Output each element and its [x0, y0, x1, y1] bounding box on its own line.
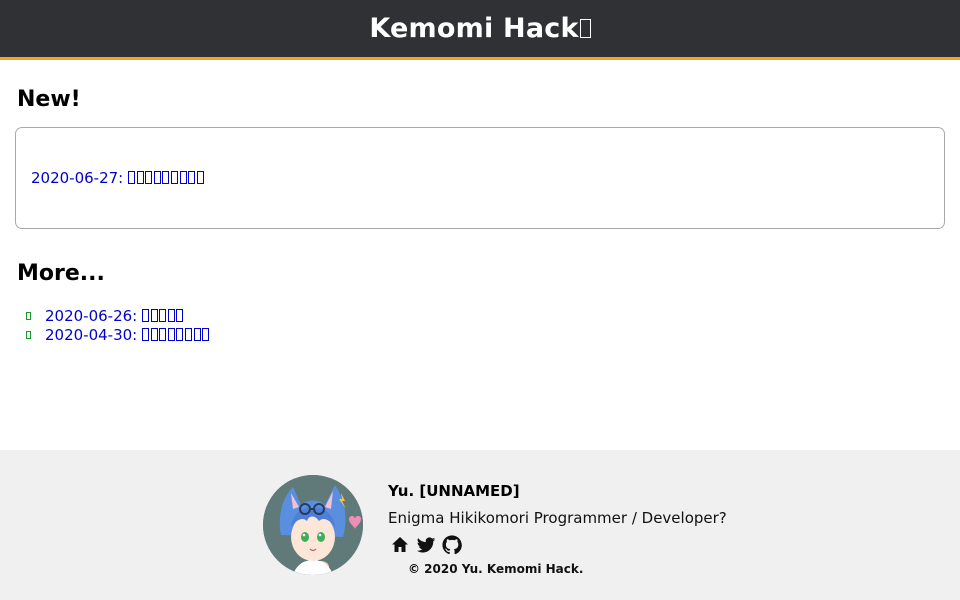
missing-glyph-icon: [176, 327, 184, 341]
missing-glyph-icon: [193, 327, 201, 341]
missing-glyph-icon: [128, 171, 135, 184]
list-item: 2020-06-26:: [24, 306, 211, 325]
new-post-link[interactable]: 2020-06-27:: [31, 169, 205, 187]
list-item: 2020-04-30:: [24, 325, 211, 344]
post-title-glyphs[interactable]: [128, 169, 205, 187]
missing-glyph-icon: [142, 327, 149, 341]
missing-glyph-icon: [159, 327, 167, 341]
missing-glyph-icon: [153, 171, 161, 184]
avatar-illustration: [263, 475, 363, 575]
site-footer: Yu. [UNNAMED] Enigma Hikikomori Programm…: [0, 450, 960, 600]
missing-glyph-icon: [150, 308, 158, 322]
more-posts-list: 2020-06-26: 2020-04-30:: [24, 306, 211, 344]
avatar: [263, 475, 363, 575]
author-bio: Enigma Hikikomori Programmer / Developer…: [388, 509, 727, 527]
new-post-card: 2020-06-27:: [15, 127, 945, 229]
missing-glyph-icon: [162, 171, 170, 184]
missing-glyph-icon: [188, 171, 196, 184]
social-links: [390, 535, 462, 555]
bullet-icon: [26, 311, 31, 320]
missing-glyph-icon: [202, 327, 210, 341]
post-date[interactable]: 2020-04-30:: [45, 326, 142, 344]
post-title-glyphs[interactable]: [142, 326, 211, 344]
post-link[interactable]: 2020-04-30:: [45, 326, 211, 344]
post-title-glyphs[interactable]: [142, 307, 185, 325]
missing-glyph-icon: [167, 327, 175, 341]
home-icon[interactable]: [390, 535, 410, 555]
missing-glyph-icon: [150, 327, 158, 341]
missing-glyph-icon: [145, 171, 153, 184]
author-name: Yu. [UNNAMED]: [388, 482, 520, 500]
missing-glyph-icon: [167, 308, 175, 322]
missing-glyph-icon: [136, 171, 144, 184]
twitter-icon[interactable]: [416, 535, 436, 555]
bullet-icon: [26, 330, 31, 339]
site-title-text[interactable]: Kemomi Hack: [369, 13, 578, 44]
missing-glyph-icon: [142, 308, 149, 322]
site-title[interactable]: Kemomi Hack: [369, 13, 591, 44]
missing-glyph-icon: [159, 308, 167, 322]
new-heading: New!: [17, 87, 81, 112]
post-date[interactable]: 2020-06-27:: [31, 169, 128, 187]
site-header: Kemomi Hack: [0, 0, 960, 60]
missing-glyph-icon: [170, 171, 178, 184]
missing-glyph-icon: [176, 308, 184, 322]
missing-glyph-icon: [196, 171, 204, 184]
copyright: © 2020 Yu. Kemomi Hack.: [408, 562, 584, 576]
post-date[interactable]: 2020-06-26:: [45, 307, 142, 325]
post-link[interactable]: 2020-06-26:: [45, 307, 185, 325]
missing-glyph-icon: [184, 327, 192, 341]
more-heading: More...: [17, 261, 105, 286]
missing-glyph-icon: [579, 19, 591, 38]
missing-glyph-icon: [179, 171, 187, 184]
github-icon[interactable]: [442, 535, 462, 555]
